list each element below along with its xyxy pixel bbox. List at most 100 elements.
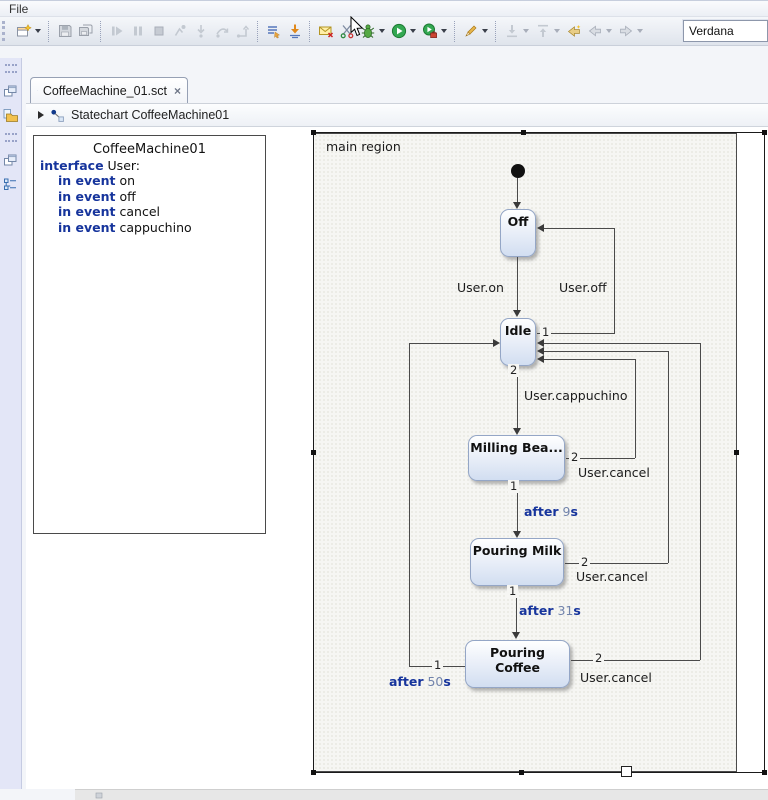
step-return-button[interactable]	[232, 20, 253, 42]
debug-dropdown-icon[interactable]	[379, 29, 385, 33]
breadcrumb: Statechart CoffeeMachine01	[26, 103, 768, 127]
restore-view-button[interactable]	[2, 151, 20, 169]
transition-label-cancel[interactable]: User.cancel	[580, 670, 652, 685]
resize-handle[interactable]	[762, 130, 767, 135]
interface-definition-box[interactable]: CoffeeMachine01 interface User: in event…	[33, 135, 266, 534]
toolbar-drag-handle[interactable]	[2, 21, 8, 41]
export-dropdown-icon[interactable]	[554, 29, 560, 33]
transition-line[interactable]	[614, 228, 615, 333]
transition-label-after-31s[interactable]: after 31s	[519, 603, 581, 618]
toolbar-separator	[309, 20, 311, 42]
project-explorer-icon[interactable]	[2, 106, 20, 124]
transition-line[interactable]	[635, 359, 636, 458]
view-bar-drag-handle[interactable]	[4, 133, 17, 142]
restore-view-button[interactable]	[2, 82, 20, 100]
breadcrumb-label[interactable]: Statechart CoffeeMachine01	[71, 108, 229, 122]
drop-to-frame-button[interactable]	[284, 20, 305, 42]
format-diagram-button[interactable]	[460, 20, 481, 42]
toolbar-separator	[48, 20, 50, 42]
font-selector[interactable]: Verdana	[683, 20, 768, 42]
resize-handle[interactable]	[521, 130, 526, 135]
transition-line[interactable]	[544, 228, 614, 229]
format-diagram-dropdown-icon[interactable]	[482, 29, 488, 33]
transition-line[interactable]	[544, 351, 668, 352]
state-milling-beans[interactable]: Milling Bea...	[468, 435, 565, 481]
transition-label-cancel[interactable]: User.cancel	[578, 465, 650, 480]
transition-line[interactable]	[517, 178, 518, 202]
disconnect-button[interactable]	[169, 20, 190, 42]
back-button[interactable]	[584, 20, 605, 42]
run-button[interactable]	[388, 20, 409, 42]
export-button[interactable]	[532, 20, 553, 42]
last-edit-location-button[interactable]	[563, 20, 584, 42]
statechart-name: CoffeeMachine01	[93, 142, 206, 157]
terminate-button[interactable]	[148, 20, 169, 42]
toolbar-separator	[495, 20, 497, 42]
menu-file[interactable]: File	[0, 2, 37, 16]
arrowhead-icon	[537, 224, 544, 232]
tab-close-icon[interactable]: ×	[174, 84, 181, 98]
transition-label-after-50s[interactable]: after 50s	[389, 674, 451, 689]
run-external-button[interactable]	[419, 20, 440, 42]
transition-line[interactable]	[668, 351, 669, 563]
import-dropdown-icon[interactable]	[523, 29, 529, 33]
back-dropdown-icon[interactable]	[606, 29, 612, 33]
transition-line[interactable]	[409, 343, 410, 666]
run-dropdown-icon[interactable]	[410, 29, 416, 33]
transition-line[interactable]	[517, 257, 518, 310]
event-declaration: in event off	[58, 188, 136, 204]
transition-label-after-9s[interactable]: after 9s	[524, 504, 578, 519]
toolbar-separator	[454, 20, 456, 42]
transition-line[interactable]	[544, 359, 635, 360]
region-label[interactable]: main region	[326, 139, 401, 154]
validate-button[interactable]	[315, 20, 336, 42]
pause-button[interactable]	[127, 20, 148, 42]
outline-view-icon[interactable]	[2, 175, 20, 193]
resize-handle[interactable]	[311, 450, 316, 455]
breadcrumb-expander-icon[interactable]	[38, 111, 44, 119]
transition-label-cancel[interactable]: User.cancel	[576, 569, 648, 584]
transition-label-user-on[interactable]: User.on	[457, 280, 504, 295]
resize-handle[interactable]	[519, 770, 524, 775]
run-external-dropdown-icon[interactable]	[441, 29, 447, 33]
event-declaration: in event cancel	[58, 204, 160, 219]
transition-priority: 2	[579, 555, 591, 569]
forward-button[interactable]	[615, 20, 636, 42]
state-pouring-coffee[interactable]: Pouring Coffee	[465, 640, 570, 688]
transition-priority: 2	[508, 363, 520, 377]
view-bar-drag-handle[interactable]	[4, 64, 17, 73]
save-button[interactable]	[54, 20, 75, 42]
editor-tab[interactable]: CoffeeMachine_01.sct ×	[30, 77, 188, 103]
transition-line[interactable]	[700, 343, 701, 660]
transition-priority: 1	[432, 658, 444, 672]
transition-label-user-off[interactable]: User.off	[559, 280, 607, 295]
use-step-filters-button[interactable]	[263, 20, 284, 42]
state-pouring-milk[interactable]: Pouring Milk	[470, 538, 564, 586]
resize-handle[interactable]	[762, 770, 767, 775]
transition-label-cappuchino[interactable]: User.cappuchino	[524, 388, 627, 403]
forward-dropdown-icon[interactable]	[637, 29, 643, 33]
transition-line[interactable]	[571, 660, 700, 661]
new-wizard-dropdown-icon[interactable]	[35, 29, 41, 33]
step-into-button[interactable]	[190, 20, 211, 42]
state-off[interactable]: Off	[500, 209, 536, 257]
state-idle[interactable]: Idle	[500, 318, 536, 366]
transition-priority: 1	[508, 479, 520, 493]
tab-title: CoffeeMachine_01.sct	[42, 83, 167, 98]
import-button[interactable]	[501, 20, 522, 42]
resize-handle[interactable]	[734, 450, 739, 455]
state-label: Idle	[504, 323, 532, 338]
resume-button[interactable]	[106, 20, 127, 42]
save-all-button[interactable]	[75, 20, 96, 42]
step-over-button[interactable]	[211, 20, 232, 42]
arrowhead-icon	[537, 355, 544, 363]
resize-handle[interactable]	[311, 130, 316, 135]
resize-handle[interactable]	[311, 770, 316, 775]
interface-declaration: interface User:	[40, 157, 141, 173]
resize-handle-south[interactable]	[621, 766, 632, 777]
transition-line[interactable]	[409, 343, 493, 344]
transition-line[interactable]	[544, 343, 700, 344]
new-wizard-button[interactable]	[13, 20, 34, 42]
transition-priority: 1	[540, 325, 552, 339]
initial-state[interactable]	[511, 164, 525, 178]
